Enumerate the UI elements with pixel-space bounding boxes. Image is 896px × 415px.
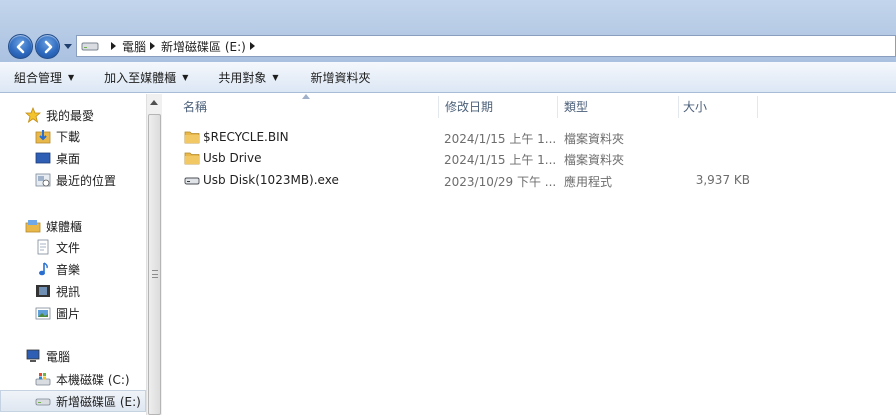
column-header-type[interactable]: 類型 [544,94,678,118]
nav-music[interactable]: 音樂 [0,258,146,280]
add-to-library-menu[interactable]: 加入至媒體櫃 ▼ [84,62,198,92]
chevron-down-icon: ▼ [272,72,279,82]
file-size: 3,937 KB [695,173,750,187]
folder-icon [184,131,200,144]
music-note-icon [35,261,51,277]
column-size-label: 大小 [683,99,708,114]
nav-libraries-label: 媒體櫃 [46,219,83,234]
nav-local-disk[interactable]: 本機磁碟 (C:) [0,368,146,390]
breadcrumb-separator-icon[interactable] [150,42,156,50]
column-type-label: 類型 [564,99,589,114]
scrollbar-thumb[interactable] [148,114,161,415]
nav-local-disk-label: 本機磁碟 (C:) [56,372,130,387]
file-row[interactable]: Usb Drive 2024/1/15 上午 1... 檔案資料夾 [163,148,896,169]
nav-desktop-label: 桌面 [56,151,81,166]
add-to-library-label: 加入至媒體櫃 [104,70,177,85]
file-date: 2024/1/15 上午 1... [444,132,557,146]
new-folder-button[interactable]: 新增資料夾 [289,62,381,92]
column-header-size[interactable]: 大小 [663,94,757,118]
breadcrumb-volume[interactable]: 新增磁碟區 (E:) [161,38,246,55]
organize-label: 組合管理 [14,70,63,85]
chevron-down-icon: ▼ [182,72,189,82]
downloads-icon [35,128,51,144]
library-icon [25,218,41,234]
nav-new-volume-label: 新增磁碟區 (E:) [56,394,141,409]
file-type: 檔案資料夾 [564,153,625,167]
nav-documents-label: 文件 [56,240,81,255]
address-bar[interactable]: 電腦 新增磁碟區 (E:) [76,35,896,57]
nav-recent-label: 最近的位置 [56,173,117,188]
share-with-menu[interactable]: 共用對象 ▼ [198,62,288,92]
command-toolbar: 組合管理 ▼ 加入至媒體櫃 ▼ 共用對象 ▼ 新增資料夾 [0,62,896,93]
forward-button[interactable] [35,34,60,59]
column-name-label: 名稱 [183,99,208,114]
window-titlebar: 電腦 新增磁碟區 (E:) [0,0,896,62]
chevron-down-icon: ▼ [68,72,75,82]
column-date-label: 修改日期 [445,99,494,114]
nav-desktop[interactable]: 桌面 [0,147,146,169]
file-date: 2024/1/15 上午 1... [444,153,557,167]
nav-documents[interactable]: 文件 [0,236,146,258]
picture-icon [35,305,51,321]
back-button[interactable] [8,34,33,59]
nav-libraries[interactable]: 媒體櫃 [0,215,146,237]
organize-menu[interactable]: 組合管理 ▼ [0,62,84,92]
breadcrumb-separator-icon[interactable] [111,42,116,50]
breadcrumb-separator-icon[interactable] [249,42,255,50]
file-list: 名稱 修改日期 類型 大小 $RECYCLE.BIN 2024/1/15 上午 … [163,94,896,415]
drive-exe-icon [184,177,200,185]
desktop-icon [35,150,51,166]
nav-recent[interactable]: 最近的位置 [0,169,146,191]
arrow-right-icon [44,40,53,54]
film-icon [35,283,51,299]
file-type: 檔案資料夾 [564,132,625,146]
file-name: Usb Disk(1023MB).exe [203,173,339,187]
scroll-up-icon[interactable] [150,100,158,105]
file-row[interactable]: $RECYCLE.BIN 2024/1/15 上午 1... 檔案資料夾 [163,127,896,148]
nav-videos[interactable]: 視訊 [0,280,146,302]
nav-favorites[interactable]: 我的最愛 [0,104,146,126]
share-with-label: 共用對象 [218,70,267,85]
nav-computer[interactable]: 電腦 [0,345,146,367]
file-name: $RECYCLE.BIN [203,130,289,144]
grip-icon [152,270,158,278]
navigation-pane: 我的最愛 下載 桌面 最近的位置 媒體櫃 文件 音樂 視訊 圖片 電腦 本機磁碟… [0,94,146,415]
breadcrumb-computer[interactable]: 電腦 [122,38,146,55]
nav-music-label: 音樂 [56,262,81,277]
nav-scrollbar[interactable] [146,94,162,415]
arrow-left-icon [16,40,25,54]
column-header-date[interactable]: 修改日期 [425,94,557,118]
file-type: 應用程式 [564,175,613,189]
file-date: 2023/10/29 下午 ... [444,175,557,189]
folder-icon [184,152,200,165]
computer-icon [25,348,41,364]
nav-computer-label: 電腦 [46,349,71,364]
nav-pictures-label: 圖片 [56,306,81,321]
star-icon [24,106,42,123]
nav-favorites-label: 我的最愛 [46,108,95,123]
new-folder-label: 新增資料夾 [310,70,371,85]
file-row[interactable]: Usb Disk(1023MB).exe 2023/10/29 下午 ... 應… [163,170,896,191]
column-header-name[interactable]: 名稱 [163,94,438,118]
drive-icon [35,393,51,409]
document-icon [35,239,51,255]
file-name: Usb Drive [203,151,262,165]
windows-drive-icon [35,371,51,387]
nav-videos-label: 視訊 [56,284,81,299]
drive-icon [81,42,99,51]
column-divider[interactable] [757,96,758,118]
nav-new-volume[interactable]: 新增磁碟區 (E:) [0,390,146,412]
nav-downloads-label: 下載 [56,129,81,144]
nav-downloads[interactable]: 下載 [0,125,146,147]
nav-pictures[interactable]: 圖片 [0,302,146,324]
recent-pages-dropdown-icon[interactable] [63,44,73,50]
recent-places-icon [35,172,51,188]
